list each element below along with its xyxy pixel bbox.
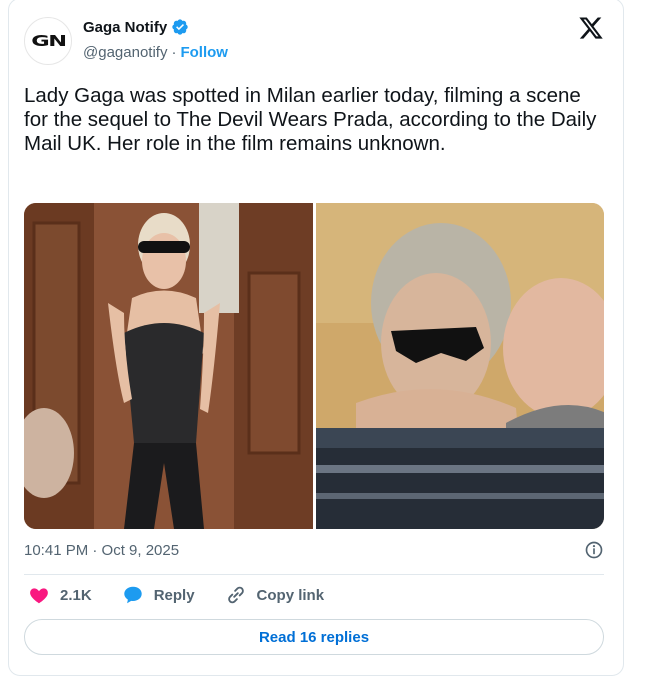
link-icon bbox=[227, 586, 244, 604]
tweet-text: Lady Gaga was spotted in Milan earlier t… bbox=[24, 84, 597, 155]
author-handle[interactable]: @gaganotify bbox=[83, 44, 167, 61]
verified-badge-icon bbox=[172, 19, 188, 35]
reply-label: Reply bbox=[153, 586, 195, 604]
author-name[interactable]: Gaga Notify bbox=[83, 19, 167, 36]
divider bbox=[24, 574, 604, 575]
heart-icon bbox=[30, 588, 48, 604]
copy-link-label: Copy link bbox=[256, 586, 325, 604]
avatar[interactable]: GN bbox=[24, 17, 72, 65]
author-name-row: Gaga Notify bbox=[83, 18, 189, 36]
follow-button[interactable]: Follow bbox=[180, 44, 228, 61]
photo-right-image bbox=[315, 203, 604, 529]
tweet-timestamp[interactable]: 10:41 PM · Oct 9, 2025 bbox=[24, 542, 179, 559]
like-button[interactable]: 2.1K bbox=[28, 584, 92, 606]
reply-bubble-icon bbox=[123, 586, 142, 604]
action-bar: 2.1K Reply Copy link bbox=[28, 584, 354, 606]
info-icon[interactable] bbox=[584, 540, 604, 560]
photo-left-image bbox=[24, 203, 313, 529]
avatar-logo-text: GN bbox=[30, 32, 67, 50]
tweet-media[interactable] bbox=[24, 203, 604, 529]
handle-separator: · bbox=[171, 44, 177, 61]
photo-right[interactable] bbox=[315, 203, 604, 529]
x-logo-icon[interactable] bbox=[578, 15, 604, 41]
author-handle-row: @gaganotify · Follow bbox=[83, 44, 228, 61]
copy-link-button[interactable]: Copy link bbox=[225, 584, 325, 606]
read-replies-button[interactable]: Read 16 replies bbox=[24, 619, 604, 655]
timestamp-row: 10:41 PM · Oct 9, 2025 bbox=[24, 540, 604, 560]
reply-button[interactable]: Reply bbox=[122, 584, 195, 606]
photo-left[interactable] bbox=[24, 203, 313, 529]
like-count: 2.1K bbox=[60, 586, 92, 604]
